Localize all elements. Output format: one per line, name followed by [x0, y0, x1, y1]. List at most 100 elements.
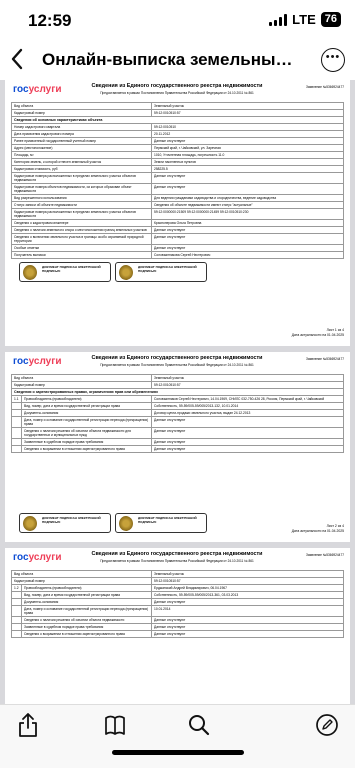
row-label: Вид объекта — [12, 103, 152, 109]
rights-table: Вид объекта Земельный участок Кадастровый … — [11, 570, 344, 638]
row-value: 258225.5 — [154, 167, 168, 171]
document-viewer[interactable]: госуслуги Сведения из Единого государств… — [0, 80, 355, 704]
row-number: 1.2 — [12, 585, 22, 591]
row-label: Вид, номер, дата и время государственной… — [22, 592, 152, 598]
table-row: Категория земель, к которой отнесен земе… — [11, 159, 344, 166]
row-value: 59:12:0010510:57 — [154, 579, 181, 583]
application-number: Заявление №5366924477 — [305, 553, 344, 557]
row-number — [12, 592, 22, 598]
row-label: Статус записи об объекте недвижимости — [12, 202, 152, 208]
table-row: Кадастровый номер 59:12:0010510:57 — [11, 578, 344, 585]
row-label: Заявленные в судебном порядке права треб… — [22, 439, 152, 445]
gosuslugi-logo: госуслуги — [13, 552, 62, 563]
row-value: Данные отсутствуют — [154, 185, 186, 189]
nav-bar: Онлайн-выписка земельный участо... ••• — [0, 40, 355, 80]
row-label: Кадастровые номера расположенных в преде… — [12, 209, 152, 219]
table-row: Получатель выписки Соловьянникова Сергей … — [11, 252, 344, 259]
row-value: Данные отсутствуют — [154, 418, 186, 422]
row-value: 59:12:0010510:57 — [154, 111, 181, 115]
row-value: Собственность, 59-59/005-59/005/2013-361… — [154, 593, 239, 597]
row-label: Сведения о кадастровом инженере — [12, 220, 152, 226]
table-row: Кадастровые номера расположенных в преде… — [11, 209, 344, 220]
row-label: Правообладатель (правообладатели) — [22, 396, 152, 402]
table-row: Сведения о наличии решения об изъятии об… — [11, 428, 344, 439]
gosuslugi-logo: госуслуги — [13, 84, 62, 95]
row-value: Данные отсутствуют — [154, 625, 186, 629]
section-title: Сведения о зарегистрированных правах, ог… — [14, 390, 158, 394]
page-subtitle: Предоставляется в рамках Постановления П… — [100, 363, 254, 367]
table-row: Сведения о наличии земельного спора о ме… — [11, 227, 344, 234]
page-title: Сведения из Единого государственного рее… — [91, 355, 263, 361]
search-icon — [189, 715, 210, 736]
bookmark-button[interactable] — [101, 711, 129, 739]
info-table: Вид объекта Земельный участок Кадастровый … — [11, 102, 344, 259]
network-type: LTE — [292, 12, 316, 27]
row-label: Вид объекта — [12, 571, 152, 577]
row-value: 59:12:0000000:21509 59:12:0000000:21459 … — [154, 210, 249, 214]
row-value: Пермский край, г. Чайковский, ул. Заречн… — [154, 146, 221, 150]
status-time: 12:59 — [28, 11, 72, 30]
status-indicators: LTE 76 — [269, 12, 341, 27]
rights-table: Вид объекта Земельный участок Кадастровый … — [11, 374, 344, 453]
table-row: Вид, номер, дата и время государственной… — [11, 403, 344, 410]
row-label: Адрес (местоположение) — [12, 145, 152, 151]
signature-stamp: ДОКУМЕНТ ПОДПИСАН ЭЛЕКТРОННОЙ ПОДПИСЬЮ — [19, 513, 111, 533]
table-row: Вид разрешенного использования Для ведени… — [11, 195, 344, 202]
back-button[interactable] — [10, 48, 34, 72]
document-page-2: госуслуги Сведения из Единого государств… — [5, 352, 350, 542]
row-value: Земельный участок — [154, 572, 185, 576]
row-label: Дата присвоения кадастрового номера — [12, 131, 152, 137]
row-value: Красноперова Ольга Петровна — [154, 221, 202, 225]
row-number — [12, 417, 22, 427]
row-number — [12, 428, 22, 438]
table-row: Статус записи об объекте недвижимости Све… — [11, 202, 344, 209]
table-row: Номер кадастрового квартала 59:12:0010510 — [11, 124, 344, 131]
row-label: Вид объекта — [12, 375, 152, 381]
table-row: Адрес (местоположение) Пермский край, г. … — [11, 145, 344, 152]
table-row: Кадастровый номер 59:12:0010510:57 — [11, 382, 344, 389]
table-row: Сведения о возражении в отношении зареги… — [11, 446, 344, 453]
table-row: Дата, номер и основание государственной … — [11, 417, 344, 428]
table-row: Заявленные в судебном порядке права треб… — [11, 439, 344, 446]
row-label: Кадастровая стоимость, руб — [12, 166, 152, 172]
emblem-icon — [119, 516, 133, 531]
search-button[interactable] — [185, 711, 213, 739]
table-row: Площадь, м² 1010, Уточненная площадь, пог… — [11, 152, 344, 159]
table-row: Вид, номер, дата и время государственной… — [11, 592, 344, 599]
more-options-button[interactable]: ••• — [321, 48, 345, 72]
table-row: Вид объекта Земельный участок — [11, 102, 344, 110]
row-number: 1.1 — [12, 396, 22, 402]
page-footer: Лист 2 из 4 Дата актуальности на 01.04.2… — [291, 524, 344, 533]
status-bar: 12:59 LTE 76 — [0, 0, 355, 40]
row-value: Данные отсутствуют — [154, 447, 186, 451]
row-number — [12, 403, 22, 409]
share-icon — [19, 713, 37, 737]
page-footer: Лист 1 из 4 Дата актуальности на 01.04.2… — [291, 328, 344, 337]
row-label: Кадастровые номера расположенных в преде… — [12, 173, 152, 183]
row-label: Дата, номер и основание государственной … — [22, 417, 152, 427]
row-label: Номер кадастрового квартала — [12, 124, 152, 130]
table-row: Документы-основания Данные отсутствуют — [11, 599, 344, 606]
row-value: Данные отсутствуют — [154, 174, 186, 178]
table-row: Сведения о возражении в отношении зареги… — [11, 631, 344, 638]
page-title: Сведения из Единого государственного рее… — [91, 83, 263, 89]
row-number — [12, 439, 22, 445]
row-value: Соловьянников Сергей Нестерович, 14.04.1… — [154, 397, 325, 401]
row-number — [12, 606, 22, 616]
row-label: Сведения о включении земельного участка … — [12, 234, 152, 244]
row-label: Кадастровый номер — [12, 578, 152, 584]
row-label: Правообладатель (правообладатели) — [22, 585, 152, 591]
table-row: Кадастровая стоимость, руб 258225.5 — [11, 166, 344, 173]
table-row: Вид объекта Земельный участок — [11, 374, 344, 382]
row-label: Сведения о наличии земельного спора о ме… — [12, 227, 152, 233]
row-label: Получатель выписки — [12, 252, 152, 258]
home-indicator[interactable] — [112, 750, 244, 755]
table-section-header: Сведения о зарегистрированных правах, ог… — [11, 389, 344, 396]
share-button[interactable] — [14, 711, 42, 739]
row-value: Земельный участок — [154, 104, 185, 108]
row-value: Данные отсутствуют — [154, 429, 186, 433]
table-row: Сведения о наличии решения об изъятии об… — [11, 617, 344, 624]
markup-button[interactable] — [313, 711, 341, 739]
row-label: Площадь, м² — [12, 152, 152, 158]
row-number — [12, 410, 22, 416]
